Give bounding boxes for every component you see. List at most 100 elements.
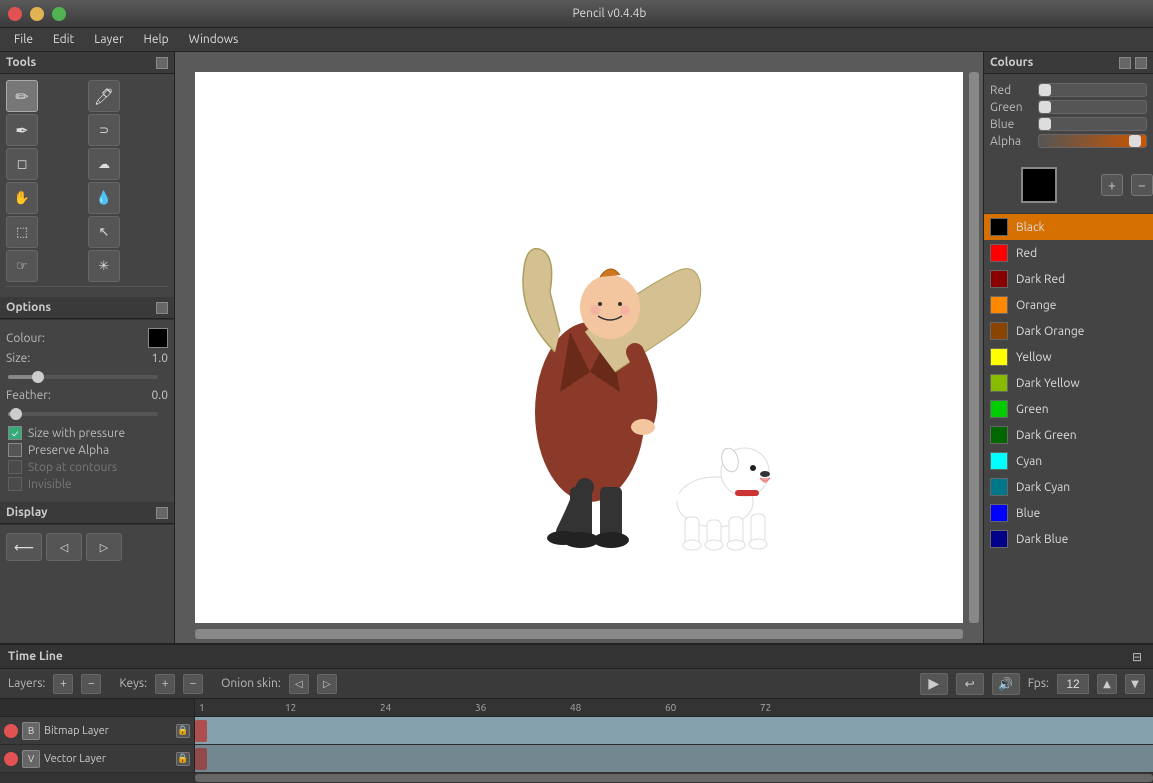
fps-down-button[interactable]: ▼	[1125, 674, 1145, 694]
invisible-checkbox[interactable]	[8, 477, 22, 491]
add-layer-button[interactable]: +	[53, 674, 73, 694]
colour-swatch-big[interactable]	[1021, 167, 1057, 203]
loop-button[interactable]: ↩	[956, 673, 984, 695]
bitmap-lock[interactable]: 🔒	[176, 724, 190, 738]
bitmap-visibility[interactable]	[4, 724, 18, 738]
colour-item-yellow[interactable]: Yellow	[984, 344, 1153, 370]
timeline-scrollbar[interactable]	[0, 773, 1153, 783]
blue-label: Blue	[990, 118, 1032, 131]
colour-swatch-dark_green	[990, 426, 1008, 444]
timeline-scroll-thumb[interactable]	[195, 774, 1153, 782]
colour-label-dark_cyan: Dark Cyan	[1016, 481, 1070, 494]
size-pressure-checkbox[interactable]	[8, 426, 22, 440]
tool-hand[interactable]: ✋	[6, 182, 38, 214]
options-panel-toggle[interactable]	[156, 302, 168, 314]
tool-lasso[interactable]: ⊃	[88, 114, 120, 146]
colour-item-cyan[interactable]: Cyan	[984, 448, 1153, 474]
colour-item-dark_yellow[interactable]: Dark Yellow	[984, 370, 1153, 396]
colour-item-dark_red[interactable]: Dark Red	[984, 266, 1153, 292]
menu-windows[interactable]: Windows	[179, 31, 249, 48]
colour-item-orange[interactable]: Orange	[984, 292, 1153, 318]
colour-item-green[interactable]: Green	[984, 396, 1153, 422]
colour-item-dark_cyan[interactable]: Dark Cyan	[984, 474, 1153, 500]
size-slider[interactable]	[8, 369, 158, 385]
tool-pan[interactable]: ☞	[6, 250, 38, 282]
vector-lock[interactable]: 🔒	[176, 752, 190, 766]
tool-move[interactable]: ↖	[88, 216, 120, 248]
add-colour-button[interactable]: +	[1101, 174, 1123, 196]
tool-eraser[interactable]: ◻	[6, 148, 38, 180]
ruler-1: 1	[199, 702, 205, 713]
menu-layer[interactable]: Layer	[84, 31, 133, 48]
colour-list: BlackRedDark RedOrangeDark OrangeYellowD…	[984, 213, 1153, 643]
vector-track[interactable]	[195, 745, 1153, 773]
colour-label-dark_blue: Dark Blue	[1016, 533, 1068, 546]
feather-slider[interactable]	[8, 406, 158, 422]
blue-slider[interactable]	[1038, 117, 1147, 131]
colour-row: Colour:	[6, 328, 168, 348]
green-slider[interactable]	[1038, 100, 1147, 114]
colours-panel: Colours Red Green Blue	[983, 52, 1153, 643]
colour-label-dark_red: Dark Red	[1016, 273, 1065, 286]
display-show-next-btn[interactable]: ▷	[86, 533, 122, 561]
size-slider-row	[6, 369, 168, 385]
tool-pencil[interactable]: ✏	[6, 80, 38, 112]
remove-colour-button[interactable]: −	[1131, 174, 1153, 196]
colour-swatch-dark_blue	[990, 530, 1008, 548]
display-panel-toggle[interactable]	[156, 507, 168, 519]
tool-select[interactable]: ⬚	[6, 216, 38, 248]
frames-tracks	[195, 717, 1153, 773]
display-prev-btn[interactable]: ⟵	[6, 533, 42, 561]
menu-file[interactable]: File	[4, 31, 43, 48]
alpha-slider[interactable]	[1038, 134, 1147, 148]
colours-panel-close[interactable]	[1135, 57, 1147, 69]
tool-ink[interactable]: ✒	[6, 114, 38, 146]
tool-misc[interactable]: ✳	[88, 250, 120, 282]
timeline-restore[interactable]: ⊟	[1129, 649, 1145, 665]
colours-panel-restore[interactable]	[1119, 57, 1131, 69]
colour-item-dark_orange[interactable]: Dark Orange	[984, 318, 1153, 344]
colour-item-dark_green[interactable]: Dark Green	[984, 422, 1153, 448]
layer-row-bitmap[interactable]: B Bitmap Layer 🔒	[0, 717, 194, 745]
preserve-alpha-checkbox[interactable]	[8, 443, 22, 457]
colour-item-dark_blue[interactable]: Dark Blue	[984, 526, 1153, 552]
tool-pen[interactable]: 🖊	[88, 80, 120, 112]
menu-help[interactable]: Help	[134, 31, 179, 48]
colour-item-red[interactable]: Red	[984, 240, 1153, 266]
colour-swatch[interactable]	[148, 328, 168, 348]
tools-panel-toggle[interactable]	[156, 57, 168, 69]
colour-item-blue[interactable]: Blue	[984, 500, 1153, 526]
vertical-scrollbar[interactable]	[969, 72, 979, 623]
stop-contours-checkbox[interactable]	[8, 460, 22, 474]
minimize-button[interactable]	[30, 7, 44, 21]
titlebar: Pencil v0.4.4b	[0, 0, 1153, 28]
colour-item-black[interactable]: Black	[984, 214, 1153, 240]
add-key-button[interactable]: +	[155, 674, 175, 694]
size-label: Size:	[6, 352, 132, 365]
colour-swatch-cyan	[990, 452, 1008, 470]
maximize-button[interactable]	[52, 7, 66, 21]
display-panel-header: Display	[0, 502, 174, 524]
horizontal-scrollbar[interactable]	[195, 629, 963, 639]
onion-next-button[interactable]: ▷	[317, 674, 337, 694]
onion-prev-button[interactable]: ◁	[289, 674, 309, 694]
fps-input[interactable]	[1057, 674, 1089, 694]
remove-layer-button[interactable]: −	[81, 674, 101, 694]
bitmap-track[interactable]	[195, 717, 1153, 745]
play-button[interactable]: ▶	[920, 673, 948, 695]
red-slider[interactable]	[1038, 83, 1147, 97]
fps-up-button[interactable]: ▲	[1097, 674, 1117, 694]
vector-visibility[interactable]	[4, 752, 18, 766]
menu-edit[interactable]: Edit	[43, 31, 84, 48]
colour-label-orange: Orange	[1016, 299, 1056, 312]
sound-button[interactable]: 🔊	[992, 673, 1020, 695]
layer-row-vector[interactable]: V Vector Layer 🔒	[0, 745, 194, 773]
display-show-prev-btn[interactable]: ◁	[46, 533, 82, 561]
frames-ruler: 1 12 24 36 48 60 72	[195, 699, 1153, 717]
canvas-area[interactable]	[175, 52, 983, 643]
invisible-label: Invisible	[28, 478, 72, 491]
close-button[interactable]	[8, 7, 22, 21]
tool-eyedropper[interactable]: 💧	[88, 182, 120, 214]
tool-smudge[interactable]: ☁	[88, 148, 120, 180]
remove-key-button[interactable]: −	[183, 674, 203, 694]
